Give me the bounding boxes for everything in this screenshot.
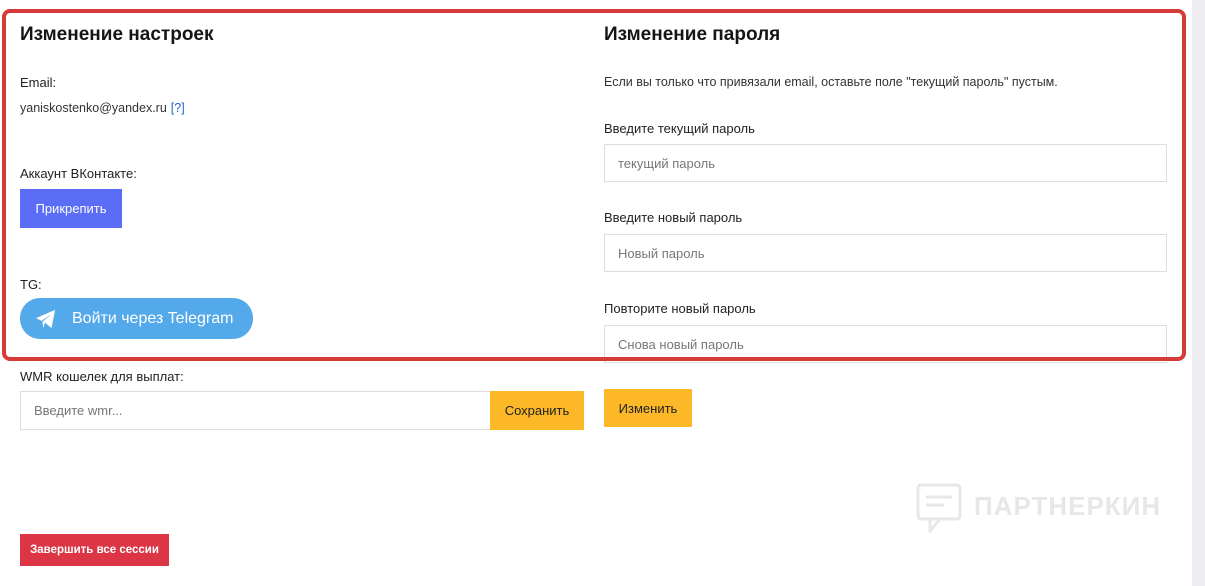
email-help-link[interactable]: [?] (171, 101, 185, 115)
email-row: yaniskostenko@yandex.ru [?] (20, 101, 185, 115)
repeat-password-input[interactable]: Снова новый пароль (604, 325, 1167, 363)
watermark: ПАРТНЕРКИН (916, 483, 1162, 536)
telegram-plane-icon (34, 307, 58, 331)
settings-title: Изменение настроек (20, 24, 214, 45)
password-note: Если вы только что привязали email, оста… (604, 75, 1058, 89)
telegram-login-label: Войти через Telegram (72, 309, 234, 327)
scrollbar-track[interactable] (1192, 0, 1205, 586)
wmr-label: WMR кошелек для выплат: (20, 369, 184, 384)
current-password-input[interactable]: текущий пароль (604, 144, 1167, 182)
change-password-button[interactable]: Изменить (604, 389, 692, 427)
email-label: Email: (20, 75, 57, 90)
password-title: Изменение пароля (604, 24, 781, 45)
email-value: yaniskostenko@yandex.ru (20, 101, 167, 115)
wmr-input[interactable]: Введите wmr... (20, 391, 491, 430)
repeat-password-label: Повторите новый пароль (604, 301, 756, 316)
partnerkin-logo-icon (916, 483, 962, 536)
wmr-save-button[interactable]: Сохранить (490, 391, 584, 430)
current-password-label: Введите текущий пароль (604, 121, 755, 136)
new-password-label: Введите новый пароль (604, 210, 743, 225)
telegram-login-button[interactable]: Войти через Telegram (20, 298, 253, 339)
end-sessions-button[interactable]: Завершить все сессии (20, 534, 169, 566)
tg-label: TG: (20, 277, 42, 292)
watermark-text: ПАРТНЕРКИН (974, 490, 1162, 521)
new-password-input[interactable]: Новый пароль (604, 234, 1167, 272)
vk-label: Аккаунт ВКонтакте: (20, 166, 137, 181)
vk-attach-button[interactable]: Прикрепить (20, 189, 122, 228)
